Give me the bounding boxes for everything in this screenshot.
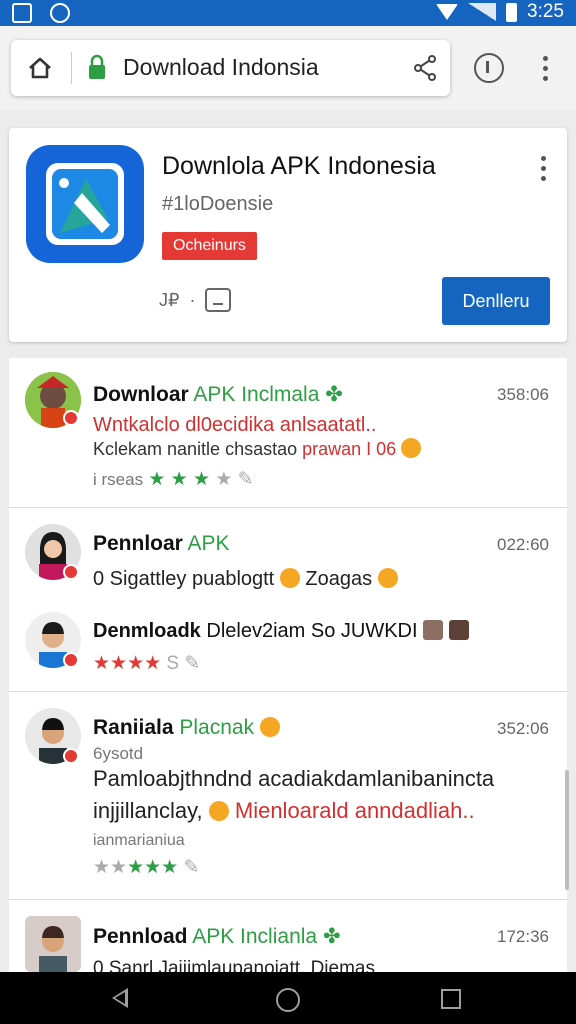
url-text[interactable]: Download Indonsia: [123, 54, 319, 81]
review-rating: ★★★★★ ✎: [93, 857, 200, 878]
review-rating: i rseas ★ ★ ★ ★ ✎: [93, 469, 254, 490]
address-divider: [71, 52, 72, 84]
reviewer-name: Pennload APK Inclianla ✤: [93, 925, 341, 948]
emoji-icon: [259, 717, 280, 737]
signal-icon: [468, 3, 497, 21]
battery-icon: [506, 2, 518, 22]
emoji-icon: [279, 568, 300, 588]
reviewer-name: Raniiala Placnak: [93, 716, 280, 740]
app-overflow-menu-icon[interactable]: [541, 156, 547, 181]
verified-badge-icon: [63, 564, 79, 580]
emoji-icon: [208, 801, 229, 821]
emoji-icon: [401, 438, 422, 458]
avatar: [25, 916, 81, 972]
review-text: injjillanclay, Mienloarald anndadliah..: [93, 798, 475, 823]
rating-icon: J₽: [159, 289, 180, 310]
image-notification-icon: [12, 3, 32, 23]
review-text: 0 Sigattley puablogtt Zoagas: [93, 568, 398, 591]
address-bar[interactable]: Download Indonsia: [11, 40, 450, 96]
emoji-icon: [377, 568, 398, 588]
review-item[interactable]: Pennloar APK 022:60 0 Sigattley puablogt…: [9, 508, 567, 692]
meta-separator: ·: [189, 289, 196, 310]
content-rating-icon: [205, 288, 232, 312]
edit-icon[interactable]: ✎: [184, 653, 200, 674]
install-button[interactable]: Denlleru: [442, 277, 550, 325]
review-item[interactable]: Downloar APK Inclmala ✤ 358:06 Wntkalclo…: [9, 358, 567, 508]
reader-mode-icon[interactable]: [474, 53, 504, 83]
review-item[interactable]: Raniiala Placnak 352:06 6ysotd Pamloabjt…: [9, 692, 567, 900]
reviews-list: Downloar APK Inclmala ✤ 358:06 Wntkalclo…: [9, 358, 567, 973]
back-icon[interactable]: [112, 988, 128, 1008]
review-time: 172:36: [497, 927, 549, 946]
lock-icon: [88, 54, 106, 80]
emoji-icon: [448, 620, 469, 640]
recent-apps-icon[interactable]: [441, 989, 461, 1009]
scrollbar[interactable]: [565, 770, 569, 890]
browser-toolbar: Download Indonsia: [0, 26, 576, 110]
home-icon[interactable]: [27, 56, 53, 80]
app-meta: J₽ ·: [159, 288, 232, 312]
review-text: Pamloabjthndnd acadiakdamlanibanincta: [93, 766, 495, 791]
verified-badge-icon: [63, 410, 79, 426]
status-bar: 3:25: [0, 0, 576, 26]
navigation-bar: [0, 972, 576, 1024]
review-time: 352:06: [497, 719, 549, 738]
app-card[interactable]: Downlola APK Indonesia #1loDoensie Ochei…: [9, 128, 567, 342]
browser-menu-icon[interactable]: [543, 56, 549, 81]
wifi-icon: [436, 4, 459, 20]
edit-icon[interactable]: ✎: [183, 857, 199, 878]
status-time: 3:25: [527, 1, 564, 22]
share-icon[interactable]: [412, 54, 438, 82]
verified-badge-icon: [63, 748, 79, 764]
review-subtitle: 6ysotd: [93, 744, 144, 763]
reviewer-name: Pennloar APK: [93, 532, 230, 555]
review-time: 358:06: [497, 385, 549, 404]
review-text: Wntkalclo dl0ecidika anlsaatatl..: [93, 414, 377, 436]
review-rating: ★★★★ S ✎: [93, 653, 201, 674]
app-category-badge[interactable]: Ocheinurs: [162, 232, 257, 260]
review-item[interactable]: Pennload APK Inclianla ✤ 172:36 0 Sanrl …: [9, 900, 567, 973]
emoji-icon: [423, 620, 444, 640]
review-text: Kclekam nanitle chsastao prawan I 06: [93, 438, 422, 460]
review-time: 022:60: [497, 535, 549, 554]
home-button-icon[interactable]: [276, 988, 300, 1012]
app-logo-icon: [26, 145, 144, 263]
reviewer-name: Denmloadk Dlelev2iam So JUWKDI: [93, 620, 469, 643]
edit-icon[interactable]: ✎: [238, 469, 254, 490]
app-developer: #1loDoensie: [162, 193, 274, 215]
verified-badge-icon: [63, 652, 79, 668]
reviewer-name: Downloar APK Inclmala ✤: [93, 383, 343, 406]
review-meta: ianmarianiua: [93, 832, 185, 849]
review-text: 0 Sanrl Jaiiimlaupanoiatt, Diemas: [93, 958, 375, 973]
app-title: Downlola APK Indonesia: [162, 152, 436, 180]
sync-notification-icon: [50, 3, 70, 23]
